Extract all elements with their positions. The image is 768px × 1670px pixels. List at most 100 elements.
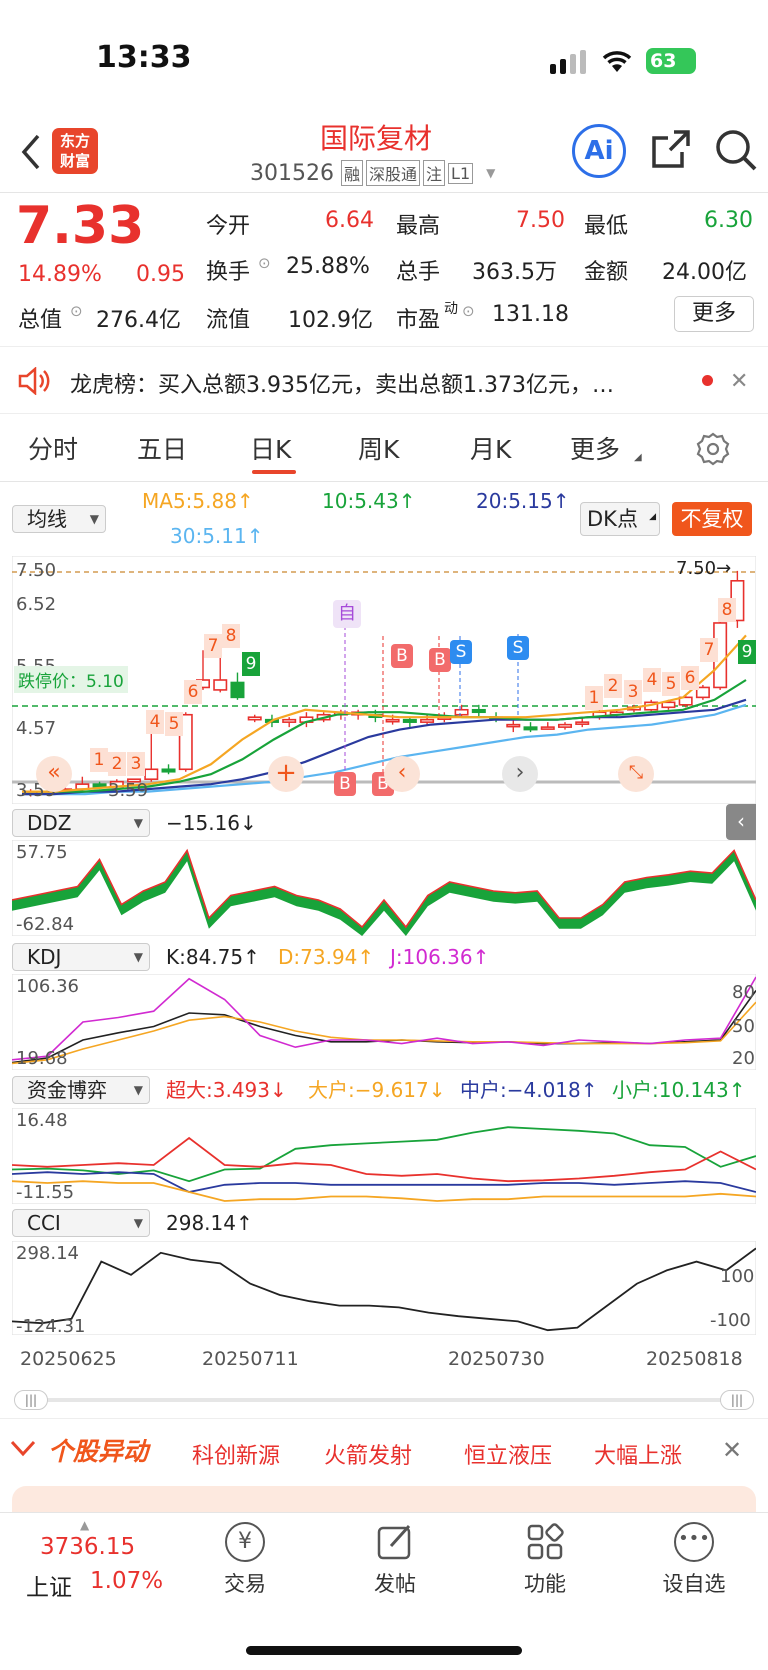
signal-b[interactable]: B <box>334 772 356 796</box>
kdj-level-20: 20 <box>732 1048 755 1069</box>
signal-b[interactable]: B <box>429 648 451 672</box>
stock-code-row: 301526 融 深股通 注 L1 ▼ <box>250 158 495 188</box>
kdj-chart <box>12 974 756 1070</box>
back-icon[interactable] <box>18 132 42 172</box>
battery-icon: 63 <box>646 48 696 74</box>
nav-trade-button[interactable]: ¥ 交易 <box>215 1522 275 1602</box>
tab-yuek[interactable]: 月K <box>470 430 511 466</box>
amount-label: 金额 <box>584 260 629 285</box>
ma10-value: 10:5.43↑ <box>322 489 416 513</box>
scroll-handle-left[interactable]: ||| <box>14 1390 48 1410</box>
anomaly-tag[interactable]: 恒立液压 <box>464 1438 552 1470</box>
date-label: 20250730 <box>448 1348 545 1370</box>
tab-zhouk[interactable]: 周K <box>358 430 399 466</box>
ma30-value: 30:5.11↑ <box>170 524 264 548</box>
anomaly-tag[interactable]: 大幅上涨 <box>594 1438 682 1470</box>
ddz-chart <box>12 840 756 936</box>
tab-active-indicator <box>252 470 296 474</box>
tab-rik[interactable]: 日K <box>250 430 291 466</box>
collapse-panel-icon[interactable]: ‹ <box>726 804 756 840</box>
mktcap-value: 276.4亿 <box>96 308 181 333</box>
cci-min: -124.31 <box>16 1316 86 1337</box>
kdj-j: J:106.36↑ <box>390 945 490 969</box>
yen-coin-icon: ¥ <box>225 1522 265 1562</box>
y-label-457: 4.57 <box>16 718 57 739</box>
low-label: 最低 <box>584 214 629 239</box>
nav-watchlist-button[interactable]: ••• 设自选 <box>656 1522 732 1602</box>
count-badge: 6 <box>184 680 202 704</box>
more-button[interactable]: 更多 <box>674 296 754 332</box>
notice-text: 龙虎榜：买入总额3.935亿元，卖出总额1.373亿元，… <box>70 373 614 398</box>
signal-s[interactable]: S <box>450 640 472 664</box>
count-badge: 9 <box>242 652 260 676</box>
tab-fenshi[interactable]: 分时 <box>28 430 78 466</box>
count-badge: 6 <box>681 666 699 690</box>
fq-button[interactable]: 不复权 <box>672 502 752 536</box>
index-name: 上证 <box>26 1575 72 1601</box>
index-value[interactable]: 3736.15 <box>40 1534 135 1560</box>
high-value: 7.50 <box>516 208 565 233</box>
ai-button[interactable]: Ai <box>572 124 626 178</box>
cci-selector[interactable]: CCI ▼ <box>12 1209 150 1237</box>
ddz-selector[interactable]: DDZ ▼ <box>12 809 150 837</box>
zjby-selector[interactable]: 资金博弈 ▼ <box>12 1076 150 1104</box>
tab-more[interactable]: 更多 <box>570 430 620 466</box>
gear-icon[interactable] <box>696 432 730 466</box>
kdj-k: K:84.75↑ <box>166 945 260 969</box>
signal-s[interactable]: S <box>507 636 529 660</box>
volume-label: 总手 <box>396 260 441 285</box>
nav-post-button[interactable]: 发帖 <box>365 1522 425 1602</box>
float-value: 102.9亿 <box>288 308 373 333</box>
sub-price-label: 3.59 <box>108 780 149 801</box>
float-label: 流值 <box>206 308 251 333</box>
chevron-down-icon[interactable] <box>10 1438 36 1458</box>
info-dots-icon[interactable]: ⊙ <box>258 254 271 272</box>
ma-selector[interactable]: 均线 ▼ <box>12 505 106 533</box>
nav-function-button[interactable]: 功能 <box>515 1522 575 1602</box>
info-dots-icon[interactable]: ⊙ <box>70 302 83 320</box>
chevron-right-icon[interactable]: › <box>502 756 538 792</box>
count-badge: 8 <box>222 624 240 648</box>
count-badge: 4 <box>146 710 164 734</box>
zoom-out-icon[interactable]: ‹ <box>384 756 420 792</box>
scroll-handle-right[interactable]: ||| <box>720 1390 754 1410</box>
expand-icon[interactable]: ⤡ <box>618 756 654 792</box>
caret-down-icon[interactable]: ▼ <box>486 166 495 180</box>
dk-button[interactable]: DK点 ◢ <box>580 502 660 536</box>
crosshair-icon[interactable]: + <box>268 756 304 792</box>
pe-value: 131.18 <box>492 302 569 327</box>
signal-icon <box>550 50 590 74</box>
open-label: 今开 <box>206 214 251 239</box>
anomaly-tag[interactable]: 科创新源 <box>192 1438 280 1470</box>
range-scrollbar[interactable]: ||| ||| <box>14 1390 754 1410</box>
notice-bar[interactable]: 龙虎榜：买入总额3.935亿元，卖出总额1.373亿元，… ✕ <box>0 346 768 414</box>
zjby-dh: 大户:−9.617↓ <box>308 1078 446 1102</box>
signal-zi[interactable]: 自 <box>333 600 361 628</box>
limit-down-label: 跌停价：5.10 <box>14 666 128 693</box>
ma20-value: 20:5.15↑ <box>476 489 570 513</box>
close-icon[interactable]: ✕ <box>722 1436 742 1464</box>
close-icon[interactable]: ✕ <box>730 369 748 394</box>
anomaly-banner[interactable] <box>12 1486 756 1512</box>
date-label: 20250818 <box>646 1348 743 1370</box>
signal-b[interactable]: B <box>391 644 413 668</box>
caret-down-icon: ▼ <box>133 1083 143 1097</box>
kdj-selector[interactable]: KDJ ▼ <box>12 943 150 971</box>
stock-name[interactable]: 国际复材 <box>320 117 432 157</box>
tab-wuri[interactable]: 五日 <box>137 430 187 466</box>
low-value: 6.30 <box>704 208 753 233</box>
info-dots-icon[interactable]: ⊙ <box>462 302 475 320</box>
count-badge: 3 <box>127 752 145 776</box>
search-icon[interactable] <box>714 128 758 172</box>
pe-label: 市盈 <box>396 308 441 333</box>
caret-icon: ◢ <box>634 452 642 463</box>
zjby-max: 16.48 <box>16 1110 68 1131</box>
anomaly-tag[interactable]: 火箭发射 <box>324 1438 412 1470</box>
count-badge: 2 <box>108 752 126 776</box>
zjby-min: -11.55 <box>16 1182 75 1203</box>
tabs-divider <box>0 481 768 482</box>
amount-value: 24.00亿 <box>662 260 747 285</box>
prev-page-icon[interactable]: « <box>36 756 72 792</box>
share-icon[interactable] <box>650 128 692 170</box>
zjby-zh: 中户:−4.018↑ <box>460 1078 598 1102</box>
